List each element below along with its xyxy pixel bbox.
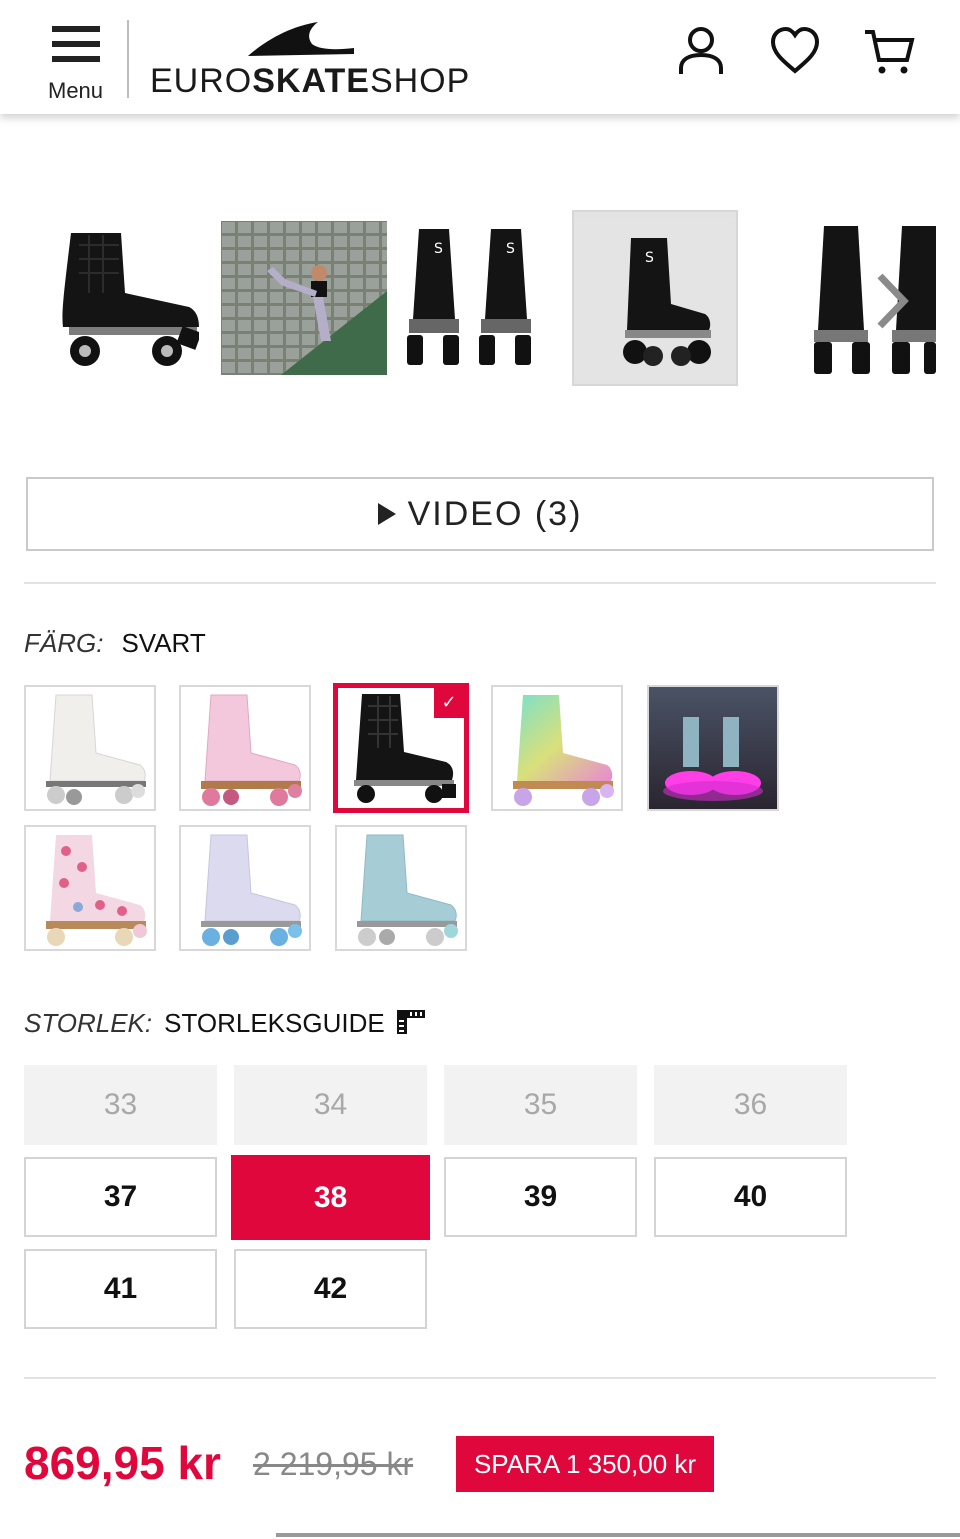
- video-button-label: VIDEO (3): [407, 494, 583, 533]
- logo[interactable]: EUROSKATESHOP: [150, 18, 469, 100]
- wave-logo-icon: [248, 22, 354, 56]
- size-option-37[interactable]: 37: [24, 1157, 217, 1237]
- color-swatch-white[interactable]: [24, 685, 156, 811]
- color-label-row: FÄRG: SVART: [24, 628, 206, 659]
- color-swatch-led[interactable]: [647, 685, 779, 811]
- site-header: Menu EUROSKATESHOP: [0, 0, 960, 114]
- heart-icon[interactable]: [768, 24, 822, 78]
- size-label-row: STORLEK: STORLEKSGUIDE: [24, 1008, 426, 1039]
- product-gallery: S S S: [24, 210, 936, 400]
- gallery-thumbnail[interactable]: S S: [396, 210, 562, 386]
- menu-button[interactable]: Menu: [40, 18, 114, 108]
- menu-label: Menu: [48, 78, 104, 103]
- account-icon[interactable]: [674, 24, 728, 78]
- gallery-thumbnail[interactable]: [784, 210, 936, 386]
- savings-badge: SPARA 1 350,00 kr: [456, 1436, 714, 1492]
- chevron-right-icon[interactable]: [872, 266, 912, 336]
- header-divider: [127, 20, 129, 98]
- color-swatch-lilac[interactable]: [179, 825, 311, 951]
- svg-text:S: S: [645, 250, 654, 266]
- gallery-thumbnail[interactable]: [221, 210, 387, 386]
- size-label: STORLEK:: [24, 1008, 153, 1038]
- size-option-39[interactable]: 39: [444, 1157, 637, 1237]
- divider: [24, 582, 936, 584]
- color-swatch-light-blue[interactable]: [335, 825, 467, 951]
- color-swatch-floral[interactable]: [24, 825, 156, 951]
- size-option-42[interactable]: 42: [234, 1249, 427, 1329]
- color-swatch-black[interactable]: ✓: [333, 683, 469, 813]
- play-icon: [377, 503, 396, 525]
- divider: [24, 1377, 936, 1379]
- size-option-40[interactable]: 40: [654, 1157, 847, 1237]
- size-guide-link[interactable]: STORLEKSGUIDE: [164, 1008, 385, 1038]
- size-option-35: 35: [444, 1065, 637, 1145]
- gallery-thumbnail[interactable]: [36, 210, 202, 386]
- svg-text:S: S: [434, 241, 443, 257]
- svg-text:S: S: [506, 241, 515, 257]
- current-price: 869,95 kr: [24, 1437, 221, 1489]
- cart-icon[interactable]: [862, 24, 916, 78]
- size-option-41[interactable]: 41: [24, 1249, 217, 1329]
- size-option-36: 36: [654, 1065, 847, 1145]
- size-option-33: 33: [24, 1065, 217, 1145]
- color-swatch-holographic[interactable]: [491, 685, 623, 811]
- hamburger-icon: [52, 26, 100, 62]
- color-swatch-pink[interactable]: [179, 685, 311, 811]
- color-label: FÄRG:: [24, 628, 104, 658]
- logo-text: EUROSKATESHOP: [150, 62, 471, 100]
- check-icon: ✓: [434, 688, 464, 718]
- bottom-bar: [276, 1533, 960, 1537]
- video-button[interactable]: VIDEO (3): [26, 477, 934, 551]
- ruler-icon[interactable]: [396, 1008, 426, 1036]
- size-option-38[interactable]: 38: [231, 1155, 430, 1240]
- color-value: SVART: [121, 628, 206, 658]
- original-price: 2 219,95 kr: [253, 1446, 414, 1482]
- size-option-34: 34: [234, 1065, 427, 1145]
- gallery-thumbnail[interactable]: S: [572, 210, 738, 386]
